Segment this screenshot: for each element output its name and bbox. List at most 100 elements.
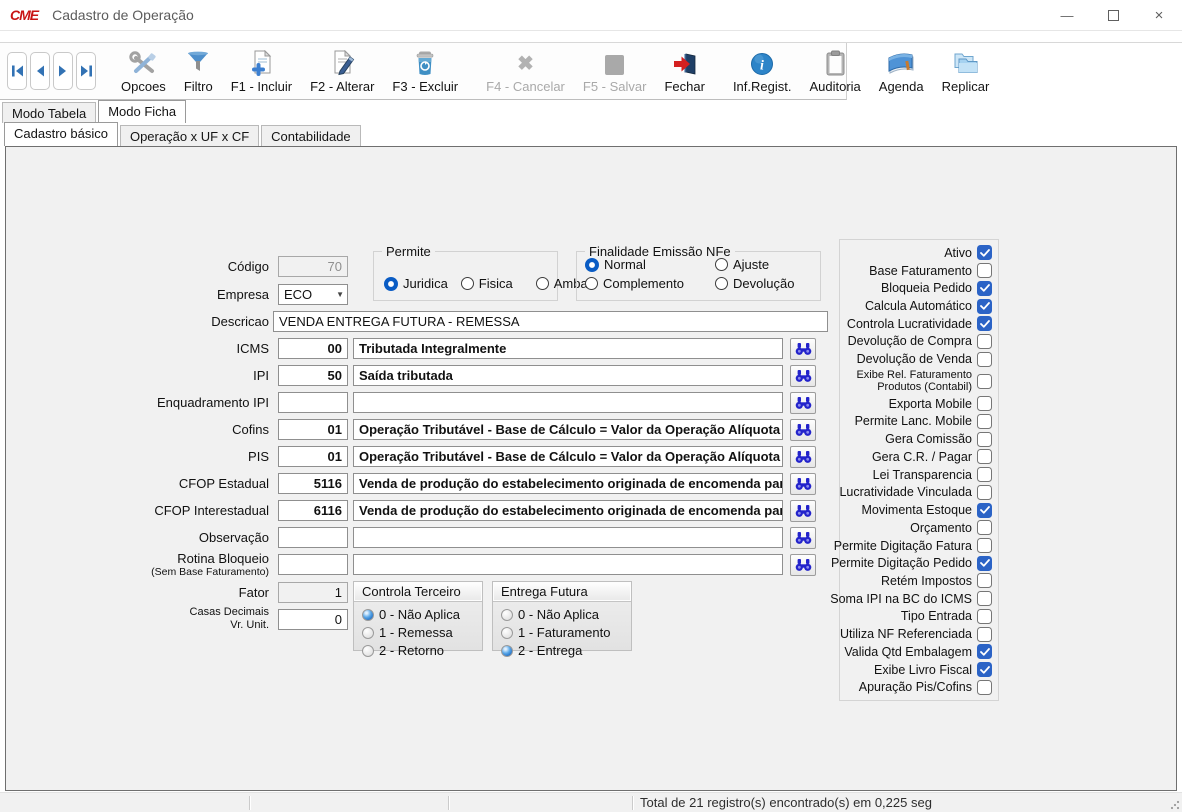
tab-modo-ficha[interactable]: Modo Ficha bbox=[98, 100, 186, 123]
checkbox[interactable] bbox=[977, 396, 992, 411]
search-button[interactable] bbox=[790, 365, 816, 387]
include-button[interactable]: F1 - Incluir bbox=[222, 44, 301, 98]
agenda-button[interactable]: Agenda bbox=[870, 44, 933, 98]
audit-button[interactable]: Auditoria bbox=[800, 44, 869, 98]
radio-juridica[interactable]: Juridica bbox=[384, 276, 448, 291]
checkbox[interactable] bbox=[977, 503, 992, 518]
search-button[interactable] bbox=[790, 419, 816, 441]
checkbox[interactable] bbox=[977, 432, 992, 447]
row-description-input[interactable] bbox=[353, 554, 783, 575]
resize-grip[interactable] bbox=[1170, 800, 1180, 810]
search-button[interactable] bbox=[790, 446, 816, 468]
minimize-icon: — bbox=[1061, 8, 1074, 23]
radio-ct-retorno[interactable]: 2 - Retorno bbox=[362, 643, 474, 658]
checkbox-row: Lucratividade Vinculada bbox=[842, 484, 992, 502]
checkbox[interactable] bbox=[977, 591, 992, 606]
checkbox-label: Tipo Entrada bbox=[901, 609, 972, 623]
radio-ct-remessa[interactable]: 1 - Remessa bbox=[362, 625, 474, 640]
row-code-input[interactable]: 00 bbox=[278, 338, 348, 359]
delete-button[interactable]: F3 - Excluir bbox=[383, 44, 467, 98]
next-record-button[interactable] bbox=[53, 52, 73, 90]
checkbox[interactable] bbox=[977, 334, 992, 349]
checkbox[interactable] bbox=[977, 662, 992, 677]
radio-ef-faturamento[interactable]: 1 - Faturamento bbox=[501, 625, 623, 640]
row-description-input[interactable]: Tributada Integralmente bbox=[353, 338, 783, 359]
search-button[interactable] bbox=[790, 554, 816, 576]
checkbox[interactable] bbox=[977, 680, 992, 695]
checkbox[interactable] bbox=[977, 609, 992, 624]
row-code-input[interactable]: 01 bbox=[278, 446, 348, 467]
row-description-input[interactable] bbox=[353, 392, 783, 413]
row-description-input[interactable] bbox=[353, 527, 783, 548]
checkbox[interactable] bbox=[977, 352, 992, 367]
radio-ajuste[interactable]: Ajuste bbox=[715, 257, 794, 272]
filter-button[interactable]: Filtro bbox=[175, 44, 222, 98]
search-button[interactable] bbox=[790, 392, 816, 414]
checkbox[interactable] bbox=[977, 538, 992, 553]
checkbox[interactable] bbox=[977, 573, 992, 588]
descricao-input[interactable]: VENDA ENTREGA FUTURA - REMESSA bbox=[273, 311, 828, 332]
tab-operacao-uf-cf[interactable]: Operação x UF x CF bbox=[120, 125, 259, 146]
row-code-input[interactable]: 50 bbox=[278, 365, 348, 386]
radio-ef-entrega[interactable]: 2 - Entrega bbox=[501, 643, 623, 658]
checkbox[interactable] bbox=[977, 316, 992, 331]
toolbar-zone: Opcoes Filtro F1 - Incluir bbox=[0, 42, 1182, 99]
close-form-button[interactable]: Fechar bbox=[655, 44, 713, 98]
options-button[interactable]: Opcoes bbox=[112, 44, 175, 98]
search-button[interactable] bbox=[790, 473, 816, 495]
row-description-input[interactable]: Saída tributada bbox=[353, 365, 783, 386]
row-description-input[interactable]: Venda de produção do estabelecimento ori… bbox=[353, 500, 783, 521]
search-button[interactable] bbox=[790, 500, 816, 522]
tab-cadastro-basico[interactable]: Cadastro básico bbox=[4, 122, 118, 146]
checkbox[interactable] bbox=[977, 245, 992, 260]
previous-record-button[interactable] bbox=[30, 52, 50, 90]
last-record-button[interactable] bbox=[76, 52, 96, 90]
casas-decimais-input[interactable]: 0 bbox=[278, 609, 348, 630]
checkbox[interactable] bbox=[977, 374, 992, 389]
checkbox[interactable] bbox=[977, 299, 992, 314]
minimize-button[interactable]: — bbox=[1044, 0, 1090, 31]
checkbox[interactable] bbox=[977, 644, 992, 659]
radio-normal[interactable]: Normal bbox=[585, 257, 715, 272]
first-record-button[interactable] bbox=[7, 52, 27, 90]
checkbox[interactable] bbox=[977, 263, 992, 278]
record-info-button[interactable]: i Inf.Regist. bbox=[724, 44, 801, 98]
search-button[interactable] bbox=[790, 338, 816, 360]
row-description-input[interactable]: Operação Tributável - Base de Cálculo = … bbox=[353, 419, 783, 440]
checkbox[interactable] bbox=[977, 485, 992, 500]
checkbox-label: Calcula Automático bbox=[865, 299, 972, 313]
checkbox[interactable] bbox=[977, 627, 992, 642]
checkbox-label: Lucratividade Vinculada bbox=[839, 485, 972, 499]
radio-ct-nao-aplica[interactable]: 0 - Não Aplica bbox=[362, 607, 474, 622]
row-code-input[interactable] bbox=[278, 554, 348, 575]
row-code-input[interactable]: 5116 bbox=[278, 473, 348, 494]
last-record-icon bbox=[80, 65, 93, 77]
row-description-input[interactable]: Venda de produção do estabelecimento ori… bbox=[353, 473, 783, 494]
search-button[interactable] bbox=[790, 527, 816, 549]
tab-modo-tabela[interactable]: Modo Tabela bbox=[2, 102, 96, 123]
check-icon bbox=[980, 302, 990, 310]
checkbox[interactable] bbox=[977, 556, 992, 571]
radio-devolucao[interactable]: Devolução bbox=[715, 276, 794, 291]
checkbox[interactable] bbox=[977, 449, 992, 464]
alter-button[interactable]: F2 - Alterar bbox=[301, 44, 383, 98]
checkbox[interactable] bbox=[977, 520, 992, 535]
radio-ef-nao-aplica[interactable]: 0 - Não Aplica bbox=[501, 607, 623, 622]
checkbox[interactable] bbox=[977, 414, 992, 429]
radio-fisica[interactable]: Fisica bbox=[461, 276, 513, 291]
row-code-input[interactable] bbox=[278, 527, 348, 548]
empresa-select[interactable]: ECO ▼ bbox=[278, 284, 348, 305]
maximize-button[interactable] bbox=[1090, 0, 1136, 31]
close-button[interactable]: × bbox=[1136, 0, 1182, 31]
tab-contabilidade[interactable]: Contabilidade bbox=[261, 125, 361, 146]
checkbox[interactable] bbox=[977, 467, 992, 482]
radio-complemento[interactable]: Complemento bbox=[585, 276, 715, 291]
row-code-input[interactable]: 01 bbox=[278, 419, 348, 440]
row-code-input[interactable] bbox=[278, 392, 348, 413]
replicate-button[interactable]: Replicar bbox=[933, 44, 999, 98]
row-description-input[interactable]: Operação Tributável - Base de Cálculo = … bbox=[353, 446, 783, 467]
record-info-label: Inf.Regist. bbox=[733, 79, 792, 94]
svg-text:i: i bbox=[760, 59, 764, 74]
checkbox[interactable] bbox=[977, 281, 992, 296]
row-code-input[interactable]: 6116 bbox=[278, 500, 348, 521]
